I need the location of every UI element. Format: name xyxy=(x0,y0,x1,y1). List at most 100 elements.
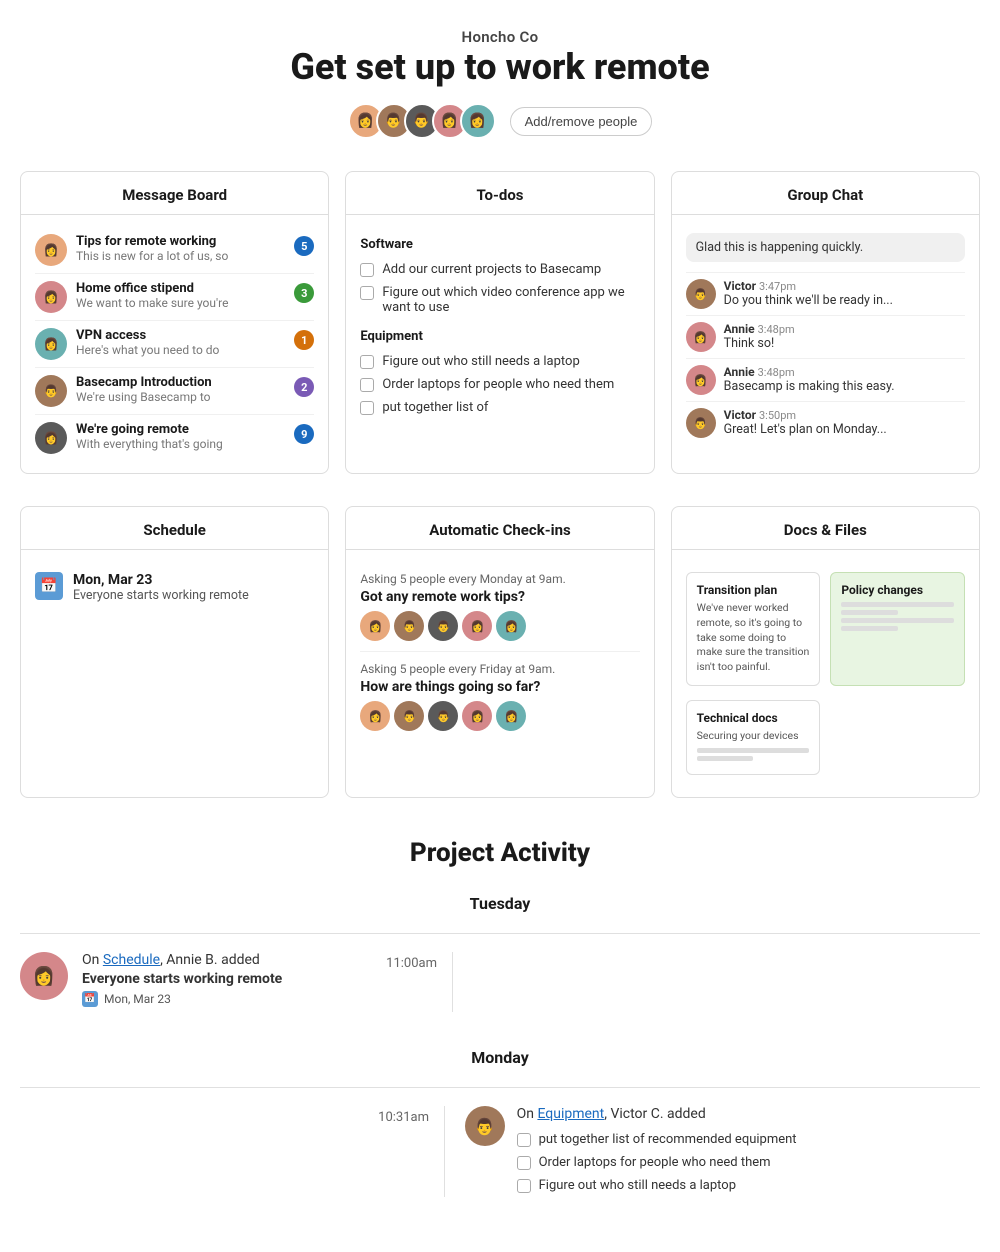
todo-text: Add our current projects to Basecamp xyxy=(382,262,601,277)
todo-checkbox[interactable] xyxy=(360,286,374,300)
todo-checkbox[interactable] xyxy=(517,1156,531,1170)
todo-checkbox[interactable] xyxy=(360,355,374,369)
chat-text: Basecamp is making this easy. xyxy=(724,379,895,394)
docs-title: Docs & Files xyxy=(672,507,979,550)
checkin-question: Got any remote work tips? xyxy=(360,589,639,605)
avatar: 👨 xyxy=(465,1106,505,1146)
chat-item: 👨 Victor 3:47pm Do you think we'll be re… xyxy=(686,273,965,316)
todo-text: Figure out who still needs a laptop xyxy=(382,354,579,369)
activity-link[interactable]: Schedule xyxy=(103,952,160,968)
schedule-panel: Schedule 📅 Mon, Mar 23 Everyone starts w… xyxy=(20,506,329,798)
chat-name: Annie xyxy=(724,365,755,379)
chat-bubble: Glad this is happening quickly. xyxy=(686,233,965,262)
doc-body: Securing your devices xyxy=(697,729,810,744)
checkin-avatars: 👩 👨 👨 👩 👩 xyxy=(360,611,639,641)
doc-card-technical[interactable]: Technical docs Securing your devices xyxy=(686,700,821,776)
msg-preview: Here's what you need to do xyxy=(76,343,285,357)
message-board-panel: Message Board 👩 Tips for remote working … xyxy=(20,171,329,474)
todo-item-activity: put together list of recommended equipme… xyxy=(517,1128,797,1151)
activity-time: 10:31am xyxy=(364,1106,444,1125)
todo-text: put together list of xyxy=(382,400,488,415)
msg-badge: 9 xyxy=(294,424,314,444)
message-board-item[interactable]: 👩 VPN access Here's what you need to do … xyxy=(35,321,314,368)
activity-day-tuesday: Tuesday xyxy=(20,884,980,925)
msg-preview: We're using Basecamp to xyxy=(76,390,285,404)
doc-body: We've never worked remote, so it's going… xyxy=(697,601,810,674)
avatar: 👨 xyxy=(394,701,424,731)
checkin-avatars: 👩 👨 👨 👩 👩 xyxy=(360,701,639,731)
avatar-stack: 👩 👨 👨 👩 👩 xyxy=(348,103,496,139)
activity-entry: 👩 On Schedule, Annie B. added Everyone s… xyxy=(20,942,980,1022)
avatar: 👩 xyxy=(360,611,390,641)
chat-item: Glad this is happening quickly. xyxy=(686,227,965,273)
avatar: 👩 xyxy=(35,281,67,313)
day-divider xyxy=(20,933,980,934)
avatar: 👩 xyxy=(35,328,67,360)
checkins-title: Automatic Check-ins xyxy=(346,507,653,550)
chat-name: Victor xyxy=(724,279,756,293)
chat-item: 👩 Annie 3:48pm Think so! xyxy=(686,316,965,359)
timeline-divider xyxy=(452,952,453,1012)
todo-checkbox[interactable] xyxy=(360,401,374,415)
schedule-event[interactable]: 📅 Mon, Mar 23 Everyone starts working re… xyxy=(35,562,314,613)
todo-item: Figure out who still needs a laptop xyxy=(360,350,639,373)
todo-checkbox[interactable] xyxy=(517,1179,531,1193)
checkins-body: Asking 5 people every Monday at 9am. Got… xyxy=(346,550,653,753)
activity-title: Project Activity xyxy=(20,838,980,868)
page-header: Honcho Co Get set up to work remote 👩 👨 … xyxy=(0,0,1000,155)
doc-card-policy[interactable]: Policy changes xyxy=(830,572,965,685)
todo-checkbox[interactable] xyxy=(360,378,374,392)
todo-item: Order laptops for people who need them xyxy=(360,373,639,396)
company-name: Honcho Co xyxy=(20,28,980,46)
avatar: 👩 xyxy=(360,701,390,731)
chat-time: 3:50pm xyxy=(759,409,796,422)
schedule-body: 📅 Mon, Mar 23 Everyone starts working re… xyxy=(21,550,328,625)
activity-day-monday: Monday xyxy=(20,1038,980,1079)
message-board-item[interactable]: 👩 Home office stipend We want to make su… xyxy=(35,274,314,321)
activity-link[interactable]: Equipment xyxy=(537,1106,604,1122)
activity-action: On Equipment, Victor C. added xyxy=(517,1106,797,1122)
todo-item: put together list of xyxy=(360,396,639,419)
chat-item: 👨 Victor 3:50pm Great! Let's plan on Mon… xyxy=(686,402,965,444)
message-board-item[interactable]: 👩 We're going remote With everything tha… xyxy=(35,415,314,461)
todo-item: Add our current projects to Basecamp xyxy=(360,258,639,281)
activity-entry: 10:31am 👨 On Equipment, Victor C. added … xyxy=(20,1096,980,1207)
day-divider xyxy=(20,1087,980,1088)
group-chat-title: Group Chat xyxy=(672,172,979,215)
msg-title: VPN access xyxy=(76,328,285,343)
msg-title: Home office stipend xyxy=(76,281,285,296)
todos-body: Software Add our current projects to Bas… xyxy=(346,215,653,431)
avatar: 👨 xyxy=(686,408,716,438)
docs-body: Transition plan We've never worked remot… xyxy=(672,550,979,797)
avatar: 👩 xyxy=(460,103,496,139)
group-chat-body: Glad this is happening quickly. 👨 Victor… xyxy=(672,215,979,456)
avatar: 👩 xyxy=(462,701,492,731)
add-remove-people-button[interactable]: Add/remove people xyxy=(510,107,653,136)
checkin-freq: Asking 5 people every Monday at 9am. xyxy=(360,572,639,586)
checkin-item: Asking 5 people every Monday at 9am. Got… xyxy=(360,562,639,652)
todo-text: Order laptops for people who need them xyxy=(382,377,614,392)
schedule-desc: Everyone starts working remote xyxy=(73,588,249,603)
todo-item: Figure out which video conference app we… xyxy=(360,281,639,319)
todo-checkbox[interactable] xyxy=(517,1133,531,1147)
checkin-question: How are things going so far? xyxy=(360,679,639,695)
msg-badge: 2 xyxy=(294,377,314,397)
todo-checkbox[interactable] xyxy=(360,263,374,277)
todo-section-equipment: Equipment xyxy=(360,329,639,344)
message-board-title: Message Board xyxy=(21,172,328,215)
message-board-item[interactable]: 👨 Basecamp Introduction We're using Base… xyxy=(35,368,314,415)
msg-title: Basecamp Introduction xyxy=(76,375,285,390)
doc-card-transition[interactable]: Transition plan We've never worked remot… xyxy=(686,572,821,685)
chat-time: 3:48pm xyxy=(758,366,795,379)
bottom-panels-row: Schedule 📅 Mon, Mar 23 Everyone starts w… xyxy=(0,490,1000,814)
todo-item-activity: Figure out who still needs a laptop xyxy=(517,1174,797,1197)
page-title: Get set up to work remote xyxy=(20,46,980,89)
message-board-item[interactable]: 👩 Tips for remote working This is new fo… xyxy=(35,227,314,274)
todos-title: To-dos xyxy=(346,172,653,215)
msg-badge: 5 xyxy=(294,236,314,256)
checkin-item: Asking 5 people every Friday at 9am. How… xyxy=(360,652,639,741)
docs-panel: Docs & Files Transition plan We've never… xyxy=(671,506,980,798)
activity-event-title: Everyone starts working remote xyxy=(82,971,372,987)
avatar: 👨 xyxy=(35,375,67,407)
chat-name: Victor xyxy=(724,408,756,422)
